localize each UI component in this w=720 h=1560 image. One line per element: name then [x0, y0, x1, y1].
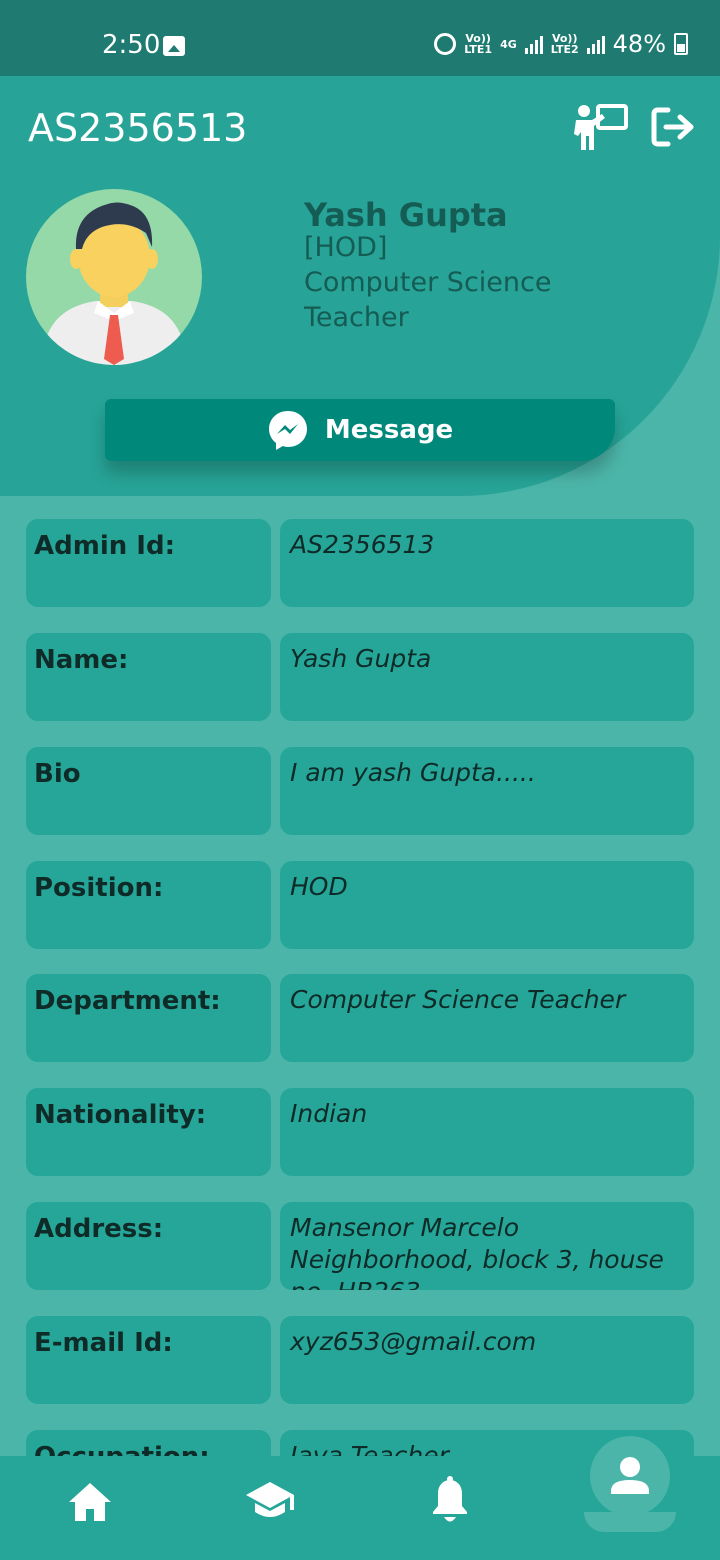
status-time: 2:50 — [102, 30, 161, 60]
detail-label: Department: — [26, 974, 271, 1062]
detail-row-position: Position: HOD — [26, 861, 694, 949]
header-admin-id: AS2356513 — [28, 106, 248, 150]
detail-label: Address: — [26, 1202, 271, 1290]
detail-label: E-mail Id: — [26, 1316, 271, 1404]
detail-label: Bio — [26, 747, 271, 835]
detail-value: xyz653@gmail.com — [280, 1316, 694, 1404]
teacher-avatar-icon — [46, 202, 182, 365]
person-icon — [611, 1457, 649, 1494]
profile-name: Yash Gupta — [304, 196, 508, 234]
detail-value: HOD — [280, 861, 694, 949]
bell-icon[interactable] — [429, 1476, 471, 1526]
alarm-icon — [434, 33, 457, 55]
profile-department-line-2: Teacher — [304, 302, 409, 333]
detail-value: AS2356513 — [280, 519, 694, 607]
signal-2-icon — [586, 34, 605, 54]
profile-role: [HOD] — [304, 232, 388, 263]
network-type: 4G — [500, 37, 517, 51]
network-2-lte: LTE2 — [550, 43, 579, 56]
detail-value: Yash Gupta — [280, 633, 694, 721]
profile-nav-button[interactable] — [590, 1436, 670, 1516]
detail-label: Admin Id: — [26, 519, 271, 607]
gallery-notification-icon — [163, 36, 185, 56]
detail-row-email: E-mail Id: xyz653@gmail.com — [26, 1316, 694, 1404]
detail-label: Name: — [26, 633, 271, 721]
home-icon[interactable] — [67, 1480, 113, 1524]
network-1-label: Vo)) LTE1 — [464, 33, 492, 55]
detail-row-department: Department: Computer Science Teacher — [26, 974, 694, 1062]
network-1-lte: LTE1 — [464, 43, 493, 56]
network-2-label: Vo)) LTE2 — [551, 33, 579, 55]
logout-icon[interactable] — [650, 106, 696, 148]
detail-row-nationality: Nationality: Indian — [26, 1088, 694, 1176]
battery-icon — [674, 33, 688, 55]
battery-percent: 48% — [612, 30, 666, 58]
detail-value: Indian — [280, 1088, 694, 1176]
message-button[interactable]: Message — [105, 399, 615, 461]
graduation-cap-icon[interactable] — [244, 1478, 296, 1524]
detail-row-address: Address: Mansenor Marcelo Neighborhood, … — [26, 1202, 694, 1290]
detail-row-bio: Bio I am yash Gupta..... — [26, 747, 694, 835]
status-bar: 2:50 Vo)) LTE1 4G Vo)) LTE2 48% — [0, 0, 720, 76]
detail-row-admin-id: Admin Id: AS2356513 — [26, 519, 694, 607]
detail-row-name: Name: Yash Gupta — [26, 633, 694, 721]
detail-value: Computer Science Teacher — [280, 974, 694, 1062]
status-indicators: Vo)) LTE1 4G Vo)) LTE2 48% — [434, 30, 688, 58]
detail-value: I am yash Gupta..... — [280, 747, 694, 835]
detail-label: Position: — [26, 861, 271, 949]
signal-1-icon — [524, 34, 543, 54]
avatar — [26, 189, 202, 365]
teacher-board-icon[interactable] — [574, 104, 628, 150]
messenger-icon — [268, 411, 307, 450]
profile-department-line-1: Computer Science — [304, 267, 552, 298]
message-button-label: Message — [324, 415, 454, 445]
detail-label: Nationality: — [26, 1088, 271, 1176]
detail-value: Mansenor Marcelo Neighborhood, block 3, … — [280, 1202, 694, 1290]
